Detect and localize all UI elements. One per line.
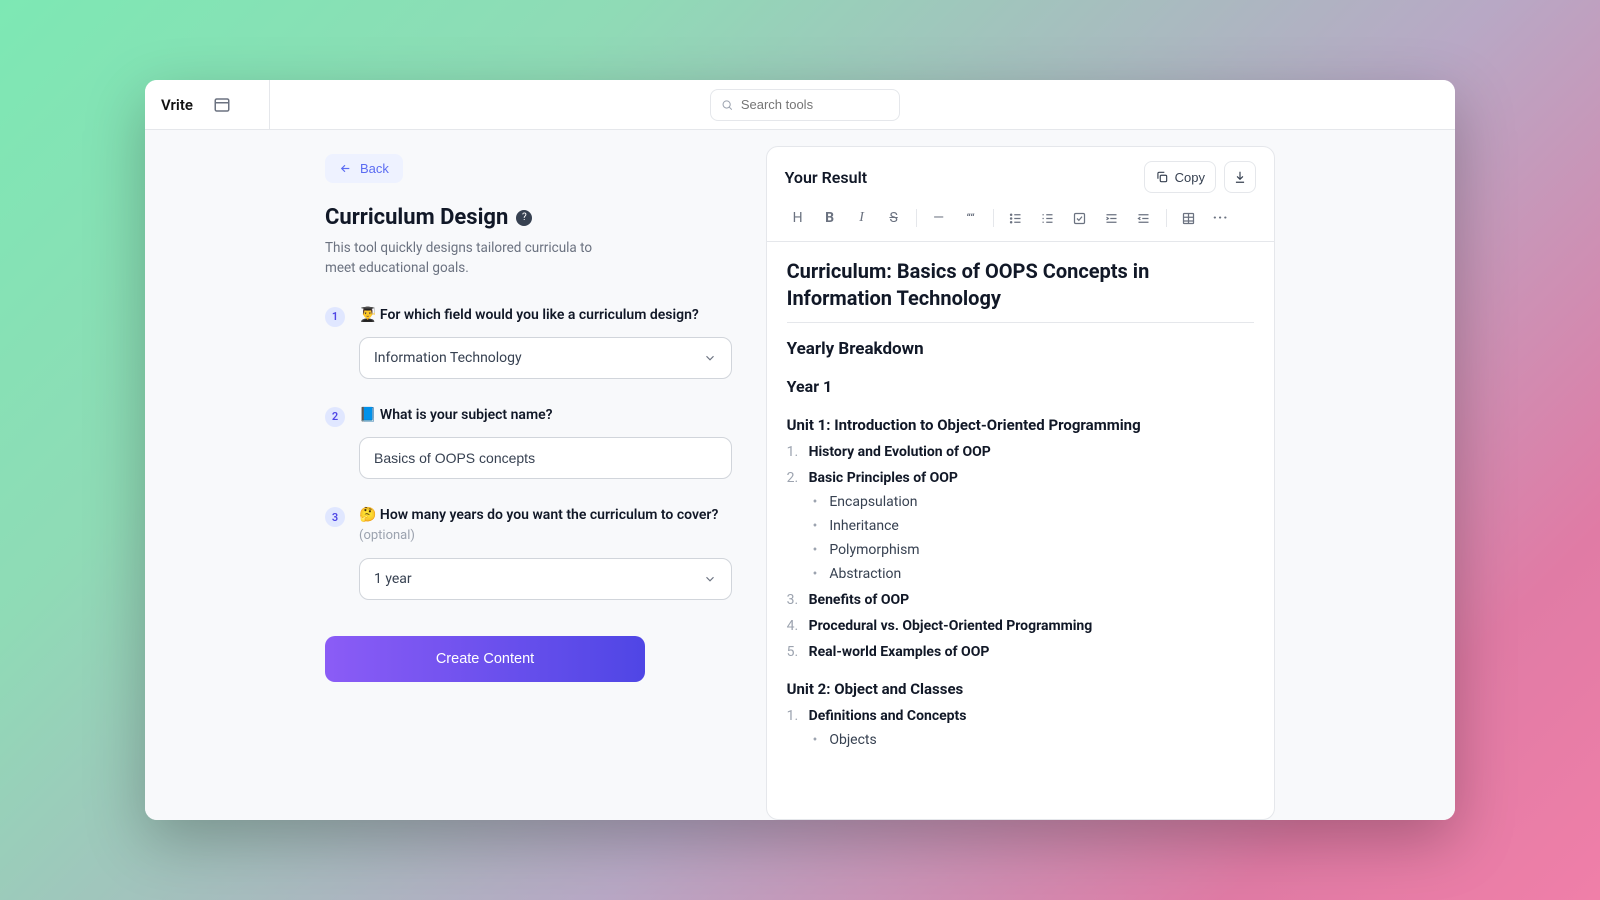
step-badge-3: 3 <box>325 507 345 527</box>
step-badge-1: 1 <box>325 307 345 327</box>
unit2-title: Unit 2: Object and Classes <box>787 680 1254 698</box>
field-select-value: Information Technology <box>374 350 522 366</box>
content: Back Curriculum Design ? This tool quick… <box>145 130 1455 820</box>
form-pane: Back Curriculum Design ? This tool quick… <box>145 130 748 820</box>
doc-year: Year 1 <box>787 377 1254 396</box>
subject-input[interactable] <box>374 450 717 466</box>
page-title-row: Curriculum Design ? <box>325 205 732 230</box>
field-1-label: 👨‍🎓 For which field would you like a cur… <box>359 305 732 325</box>
result-body[interactable]: Curriculum: Basics of OOPS Concepts in I… <box>767 242 1274 819</box>
list-item: Encapsulation <box>813 494 1254 510</box>
page-title: Curriculum Design <box>325 205 508 230</box>
search-wrap <box>170 89 1439 121</box>
unit1-list: 1.History and Evolution of OOP 2.Basic P… <box>787 444 1254 486</box>
field-3-label-text: 🤔 How many years do you want the curricu… <box>359 507 718 523</box>
ul-tool[interactable] <box>1003 205 1029 231</box>
list-item: 4.Procedural vs. Object-Oriented Program… <box>787 618 1254 634</box>
unit2-sublist: Objects <box>813 732 1254 748</box>
editor-toolbar: H B I S — ““ ··· <box>767 193 1274 242</box>
chevron-down-icon <box>703 572 717 586</box>
quote-tool[interactable]: ““ <box>958 205 984 231</box>
topbar: Vrite <box>145 80 1455 130</box>
help-icon[interactable]: ? <box>516 210 532 226</box>
search-input[interactable] <box>710 89 900 121</box>
search-field[interactable] <box>741 97 889 112</box>
result-title: Your Result <box>785 168 868 187</box>
unit1-title: Unit 1: Introduction to Object-Oriented … <box>787 416 1254 434</box>
list-item: Objects <box>813 732 1254 748</box>
field-select[interactable]: Information Technology <box>359 337 732 379</box>
download-button[interactable] <box>1224 161 1256 193</box>
field-3: 3 🤔 How many years do you want the curri… <box>325 505 732 600</box>
bold-tool[interactable]: B <box>817 205 843 231</box>
result-actions: Copy <box>1144 161 1256 193</box>
field-2: 2 📘 What is your subject name? <box>325 405 732 479</box>
back-label: Back <box>360 161 389 176</box>
list-item: Inheritance <box>813 518 1254 534</box>
copy-label: Copy <box>1175 170 1205 185</box>
doc-title: Curriculum: Basics of OOPS Concepts in I… <box>787 258 1254 323</box>
toolbar-separator <box>1166 209 1167 227</box>
strike-tool[interactable]: S <box>881 205 907 231</box>
toolbar-separator <box>993 209 994 227</box>
list-item: 1.History and Evolution of OOP <box>787 444 1254 460</box>
toolbar-separator <box>916 209 917 227</box>
list-item: 3.Benefits of OOP <box>787 592 1254 608</box>
result-card: Your Result Copy H B I <box>766 146 1275 820</box>
back-button[interactable]: Back <box>325 154 403 183</box>
ol-tool[interactable] <box>1035 205 1061 231</box>
unit2-list: 1.Definitions and Concepts <box>787 708 1254 724</box>
years-select[interactable]: 1 year <box>359 558 732 600</box>
result-pane: Your Result Copy H B I <box>748 130 1455 820</box>
optional-tag: (optional) <box>359 528 415 543</box>
field-1: 1 👨‍🎓 For which field would you like a c… <box>325 305 732 379</box>
field-2-body: 📘 What is your subject name? <box>359 405 732 479</box>
search-icon <box>721 98 733 112</box>
page-description: This tool quickly designs tailored curri… <box>325 238 625 279</box>
unit1-list-cont: 3.Benefits of OOP 4.Procedural vs. Objec… <box>787 592 1254 660</box>
more-tool[interactable]: ··· <box>1208 205 1234 231</box>
copy-button[interactable]: Copy <box>1144 161 1216 193</box>
step-badge-2: 2 <box>325 407 345 427</box>
app-window: Vrite Back Curriculum Design ? This tool… <box>145 80 1455 820</box>
list-item: 2.Basic Principles of OOP <box>787 470 1254 486</box>
create-content-button[interactable]: Create Content <box>325 636 645 682</box>
result-head: Your Result Copy <box>767 147 1274 193</box>
download-icon <box>1233 170 1247 184</box>
unit1-sublist: Encapsulation Inheritance Polymorphism A… <box>813 494 1254 582</box>
list-item: 1.Definitions and Concepts <box>787 708 1254 724</box>
table-tool[interactable] <box>1176 205 1202 231</box>
list-item: Polymorphism <box>813 542 1254 558</box>
checklist-tool[interactable] <box>1067 205 1093 231</box>
field-3-body: 🤔 How many years do you want the curricu… <box>359 505 732 600</box>
doc-breakdown: Yearly Breakdown <box>787 339 1254 359</box>
hr-tool[interactable]: — <box>926 205 952 231</box>
subject-input-wrap[interactable] <box>359 437 732 479</box>
list-item: Abstraction <box>813 566 1254 582</box>
italic-tool[interactable]: I <box>849 205 875 231</box>
field-2-label: 📘 What is your subject name? <box>359 405 732 425</box>
chevron-down-icon <box>703 351 717 365</box>
indent-tool[interactable] <box>1099 205 1125 231</box>
arrow-left-icon <box>339 162 352 175</box>
field-1-body: 👨‍🎓 For which field would you like a cur… <box>359 305 732 379</box>
copy-icon <box>1155 170 1169 184</box>
outdent-tool[interactable] <box>1131 205 1157 231</box>
years-select-value: 1 year <box>374 571 412 587</box>
heading-tool[interactable]: H <box>785 205 811 231</box>
field-3-label: 🤔 How many years do you want the curricu… <box>359 505 732 546</box>
list-item: 5.Real-world Examples of OOP <box>787 644 1254 660</box>
